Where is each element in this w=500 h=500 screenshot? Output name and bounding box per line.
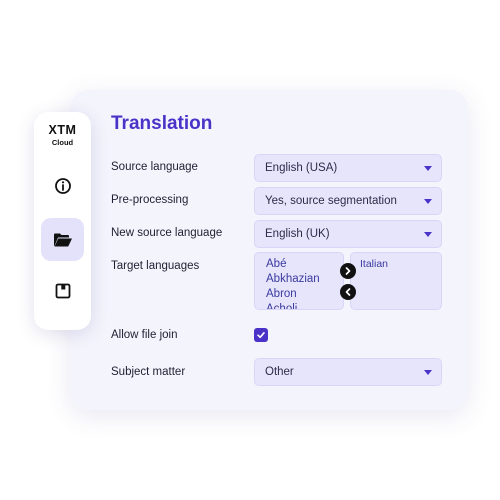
- available-languages-list[interactable]: Abé Abkhazian Abron Acholi: [254, 252, 344, 310]
- subject-matter-select[interactable]: Other: [254, 358, 442, 386]
- list-item[interactable]: Acholi: [266, 302, 343, 309]
- target-languages-label: Target languages: [111, 260, 200, 272]
- folder-open-icon: [53, 233, 72, 246]
- list-item[interactable]: Abé: [266, 257, 343, 272]
- logo: XTM Cloud: [34, 124, 91, 146]
- sidebar-item-info[interactable]: [41, 164, 84, 207]
- subject-matter-value: Other: [265, 366, 294, 378]
- sidebar-item-save[interactable]: [41, 269, 84, 312]
- chevron-down-icon: [424, 370, 432, 375]
- source-language-select[interactable]: English (USA): [254, 154, 442, 182]
- chevron-right-icon: [345, 267, 351, 275]
- page-title: Translation: [111, 113, 213, 134]
- chevron-left-icon: [345, 288, 351, 296]
- subject-matter-label: Subject matter: [111, 366, 186, 378]
- info-icon: [54, 177, 71, 194]
- list-item[interactable]: Abkhazian: [266, 272, 343, 287]
- pre-processing-label: Pre-processing: [111, 194, 189, 206]
- add-language-button[interactable]: [340, 263, 356, 279]
- save-icon: [55, 283, 70, 298]
- sidebar: XTM Cloud: [34, 112, 91, 330]
- list-item[interactable]: Italian: [360, 257, 441, 272]
- selected-languages-list[interactable]: Italian: [350, 252, 442, 310]
- chevron-down-icon: [424, 232, 432, 237]
- logo-text: XTM: [48, 123, 77, 137]
- source-language-value: English (USA): [265, 162, 338, 174]
- remove-language-button[interactable]: [340, 284, 356, 300]
- allow-file-join-label: Allow file join: [111, 329, 178, 341]
- logo-subtext: Cloud: [51, 137, 74, 147]
- pre-processing-value: Yes, source segmentation: [265, 195, 397, 207]
- allow-file-join-checkbox[interactable]: [254, 328, 268, 342]
- new-source-language-value: English (UK): [265, 228, 330, 240]
- pre-processing-select[interactable]: Yes, source segmentation: [254, 187, 442, 215]
- new-source-language-select[interactable]: English (UK): [254, 220, 442, 248]
- check-icon: [257, 331, 265, 339]
- list-item[interactable]: Abron: [266, 287, 343, 302]
- new-source-language-label: New source language: [111, 227, 223, 239]
- chevron-down-icon: [424, 166, 432, 171]
- sidebar-item-files[interactable]: [41, 218, 84, 261]
- source-language-label: Source language: [111, 161, 198, 173]
- chevron-down-icon: [424, 199, 432, 204]
